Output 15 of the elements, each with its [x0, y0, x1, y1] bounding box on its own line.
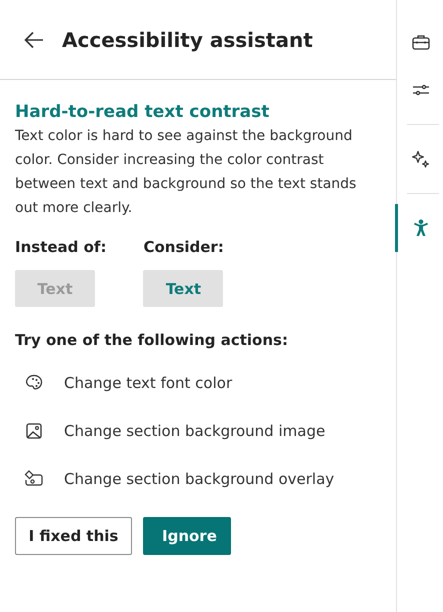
sample-label: Instead of:: [15, 238, 106, 256]
action-link[interactable]: Change text font color: [64, 374, 232, 392]
image-icon: [24, 421, 44, 441]
fixed-button[interactable]: I fixed this: [15, 517, 132, 555]
action-link[interactable]: Change section background image: [64, 422, 326, 440]
sparkle-icon: [410, 149, 430, 169]
ignore-button[interactable]: Ignore: [143, 517, 231, 555]
issue-description: Text color is hard to see against the background color. Consider increasing the color contrast between text and background so the text stands out more clearly.: [15, 127, 358, 218]
sample-label: Consider:: [143, 238, 224, 256]
text-sample: Text: [143, 270, 224, 307]
issue-title: Hard-to-read text contrast: [15, 102, 270, 122]
text-sample: Text: [15, 270, 95, 307]
actions-heading: Try one of the following actions:: [15, 331, 289, 349]
action-link[interactable]: Change section background overlay: [64, 470, 334, 488]
panel-title: Accessibility assistant: [62, 28, 313, 52]
